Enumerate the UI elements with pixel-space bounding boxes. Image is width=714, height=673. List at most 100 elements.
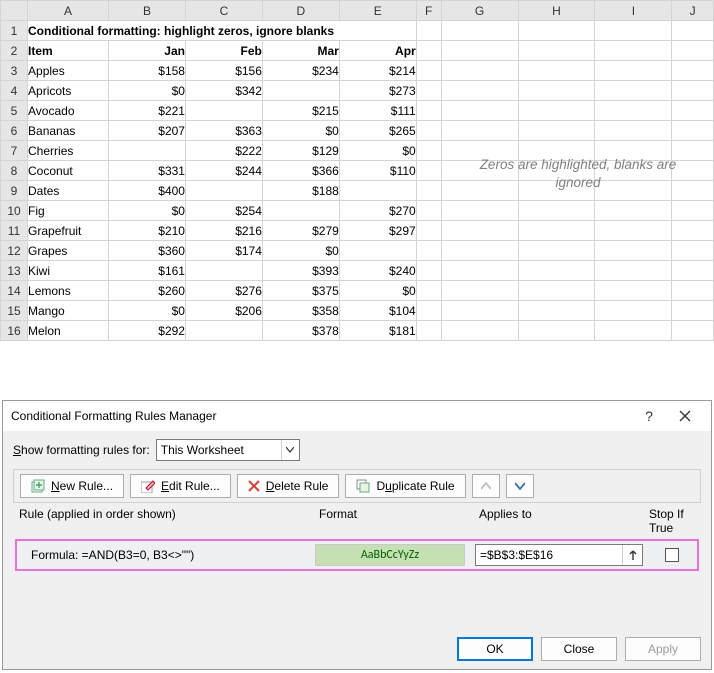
cell[interactable]: $210 bbox=[109, 221, 186, 241]
cell[interactable] bbox=[595, 101, 672, 121]
cell[interactable] bbox=[595, 281, 672, 301]
cell[interactable]: Mar bbox=[262, 41, 339, 61]
help-button[interactable]: ? bbox=[631, 402, 667, 430]
cell[interactable]: $111 bbox=[339, 101, 416, 121]
cell[interactable]: $104 bbox=[339, 301, 416, 321]
cell[interactable]: Jan bbox=[109, 41, 186, 61]
cell[interactable]: $215 bbox=[262, 101, 339, 121]
cell[interactable] bbox=[518, 221, 595, 241]
cell[interactable]: $0 bbox=[262, 121, 339, 141]
row-header[interactable]: 4 bbox=[1, 81, 28, 101]
cell[interactable] bbox=[441, 121, 518, 141]
cell[interactable] bbox=[518, 61, 595, 81]
row-header[interactable]: 6 bbox=[1, 121, 28, 141]
cell[interactable]: Mango bbox=[28, 301, 109, 321]
cell[interactable] bbox=[672, 101, 714, 121]
cell[interactable] bbox=[441, 281, 518, 301]
cell[interactable]: Melon bbox=[28, 321, 109, 341]
cell[interactable]: $207 bbox=[109, 121, 186, 141]
cell[interactable] bbox=[518, 241, 595, 261]
delete-rule-button[interactable]: Delete Rule bbox=[237, 474, 340, 498]
row-header[interactable]: 16 bbox=[1, 321, 28, 341]
rules-for-dropdown[interactable]: This Worksheet bbox=[156, 439, 300, 461]
row-header[interactable]: 5 bbox=[1, 101, 28, 121]
cell[interactable] bbox=[518, 261, 595, 281]
cell[interactable] bbox=[441, 301, 518, 321]
close-icon[interactable] bbox=[667, 402, 703, 430]
cell[interactable] bbox=[441, 101, 518, 121]
cell[interactable] bbox=[595, 41, 672, 61]
cell[interactable]: $129 bbox=[262, 141, 339, 161]
cell[interactable]: Grapefruit bbox=[28, 221, 109, 241]
cell[interactable] bbox=[518, 301, 595, 321]
cell[interactable]: $244 bbox=[185, 161, 262, 181]
cell[interactable]: Apples bbox=[28, 61, 109, 81]
cell[interactable]: $110 bbox=[339, 161, 416, 181]
row-header[interactable]: 3 bbox=[1, 61, 28, 81]
cell[interactable]: $270 bbox=[339, 201, 416, 221]
new-rule-button[interactable]: New Rule... bbox=[20, 474, 124, 498]
cell[interactable] bbox=[416, 61, 441, 81]
cell[interactable]: Cherries bbox=[28, 141, 109, 161]
cell[interactable] bbox=[185, 261, 262, 281]
cell[interactable] bbox=[262, 81, 339, 101]
col-header[interactable]: J bbox=[672, 1, 714, 21]
col-header[interactable]: C bbox=[185, 1, 262, 21]
cell[interactable] bbox=[672, 181, 714, 201]
cell[interactable]: Bananas bbox=[28, 121, 109, 141]
col-header[interactable]: D bbox=[262, 1, 339, 21]
stop-if-true-checkbox[interactable] bbox=[665, 548, 679, 562]
row-header[interactable]: 2 bbox=[1, 41, 28, 61]
cell[interactable] bbox=[595, 201, 672, 221]
cell[interactable] bbox=[672, 141, 714, 161]
cell[interactable]: $216 bbox=[185, 221, 262, 241]
cell[interactable]: $161 bbox=[109, 261, 186, 281]
cell[interactable] bbox=[595, 301, 672, 321]
col-header[interactable]: I bbox=[595, 1, 672, 21]
cell[interactable] bbox=[672, 81, 714, 101]
col-header[interactable]: H bbox=[518, 1, 595, 21]
cell[interactable]: Feb bbox=[185, 41, 262, 61]
cell[interactable] bbox=[416, 201, 441, 221]
duplicate-rule-button[interactable]: Duplicate Rule bbox=[345, 474, 465, 498]
row-header[interactable]: 12 bbox=[1, 241, 28, 261]
cell[interactable]: $331 bbox=[109, 161, 186, 181]
cell[interactable] bbox=[672, 321, 714, 341]
cell[interactable] bbox=[672, 281, 714, 301]
cell[interactable]: $279 bbox=[262, 221, 339, 241]
cell[interactable]: $297 bbox=[339, 221, 416, 241]
cell[interactable]: $181 bbox=[339, 321, 416, 341]
close-button[interactable]: Close bbox=[541, 637, 617, 661]
cell[interactable]: Lemons bbox=[28, 281, 109, 301]
cell[interactable] bbox=[672, 61, 714, 81]
cell[interactable]: Apr bbox=[339, 41, 416, 61]
cell[interactable]: $214 bbox=[339, 61, 416, 81]
cell[interactable]: $221 bbox=[109, 101, 186, 121]
cell[interactable] bbox=[416, 41, 441, 61]
cell[interactable]: $375 bbox=[262, 281, 339, 301]
cell[interactable] bbox=[416, 141, 441, 161]
cell[interactable] bbox=[518, 41, 595, 61]
cell[interactable] bbox=[595, 321, 672, 341]
cell[interactable] bbox=[416, 181, 441, 201]
cell[interactable] bbox=[416, 221, 441, 241]
cell[interactable] bbox=[441, 221, 518, 241]
cell[interactable] bbox=[416, 301, 441, 321]
cell[interactable] bbox=[416, 21, 441, 41]
cell[interactable]: $0 bbox=[109, 201, 186, 221]
cell[interactable] bbox=[416, 241, 441, 261]
cell[interactable] bbox=[185, 321, 262, 341]
cell[interactable]: $188 bbox=[262, 181, 339, 201]
dialog-titlebar[interactable]: Conditional Formatting Rules Manager ? bbox=[3, 401, 711, 431]
cell[interactable]: $360 bbox=[109, 241, 186, 261]
cell[interactable]: Fig bbox=[28, 201, 109, 221]
cell[interactable] bbox=[185, 101, 262, 121]
cell[interactable] bbox=[416, 101, 441, 121]
col-header[interactable]: B bbox=[109, 1, 186, 21]
cell[interactable]: Grapes bbox=[28, 241, 109, 261]
rule-row[interactable]: Formula: =AND(B3=0, B3<>"") AaBbCcYyZz =… bbox=[15, 539, 699, 571]
cell[interactable]: $174 bbox=[185, 241, 262, 261]
edit-rule-button[interactable]: Edit Rule... bbox=[130, 474, 231, 498]
row-header[interactable]: 11 bbox=[1, 221, 28, 241]
cell[interactable] bbox=[109, 141, 186, 161]
